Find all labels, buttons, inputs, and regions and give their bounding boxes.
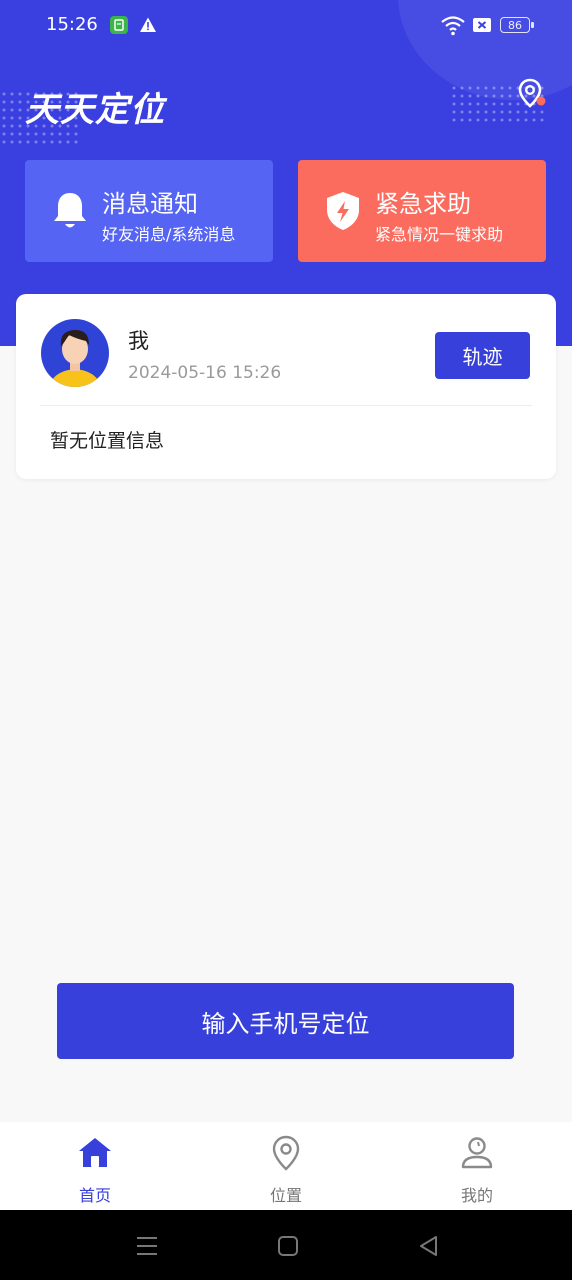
location-settings-icon[interactable]	[516, 78, 548, 110]
message-card-subtitle: 好友消息/系统消息	[102, 225, 236, 244]
tab-mine[interactable]: 我的	[382, 1122, 572, 1210]
user-location-card: 我 2024-05-16 15:26 轨迹 暂无位置信息	[16, 294, 556, 479]
emergency-card-subtitle: 紧急情况一键求助	[375, 225, 504, 244]
message-card-title: 消息通知	[102, 190, 198, 218]
battery-indicator: 86	[500, 17, 534, 33]
location-status-text: 暂无位置信息	[50, 430, 165, 452]
app-notification-icon	[110, 16, 128, 34]
emergency-help-card[interactable]: 紧急求助 紧急情况一键求助	[298, 160, 546, 262]
divider	[40, 405, 532, 406]
user-name: 我	[128, 329, 149, 353]
menu-icon[interactable]	[134, 1233, 160, 1259]
location-pin-icon	[272, 1135, 300, 1171]
tab-mine-label: 我的	[460, 1186, 493, 1205]
system-navigation-bar	[0, 1210, 572, 1280]
shield-alert-icon	[324, 190, 362, 232]
user-icon	[461, 1137, 493, 1169]
bell-icon	[51, 190, 89, 232]
tab-home-label: 首页	[78, 1186, 111, 1205]
track-button[interactable]: 轨迹	[435, 332, 530, 379]
wifi-icon	[441, 16, 465, 36]
tab-home[interactable]: 首页	[0, 1122, 190, 1210]
emergency-card-title: 紧急求助	[375, 190, 471, 218]
home-square-icon[interactable]	[275, 1233, 301, 1259]
app-title: 天天定位	[25, 90, 165, 130]
avatar	[41, 319, 109, 387]
home-icon	[79, 1138, 111, 1167]
warning-icon	[139, 16, 157, 34]
user-update-time: 2024-05-16 15:26	[128, 363, 282, 383]
phone-locate-button[interactable]: 输入手机号定位	[57, 983, 514, 1059]
message-notification-card[interactable]: 消息通知 好友消息/系统消息	[25, 160, 273, 262]
back-icon[interactable]	[416, 1233, 442, 1259]
tab-location[interactable]: 位置	[191, 1122, 381, 1210]
bottom-tab-bar: 首页 位置 我的	[0, 1122, 572, 1210]
status-time: 15:26	[46, 14, 98, 35]
sim-off-icon	[473, 18, 491, 32]
tab-location-label: 位置	[269, 1186, 302, 1205]
